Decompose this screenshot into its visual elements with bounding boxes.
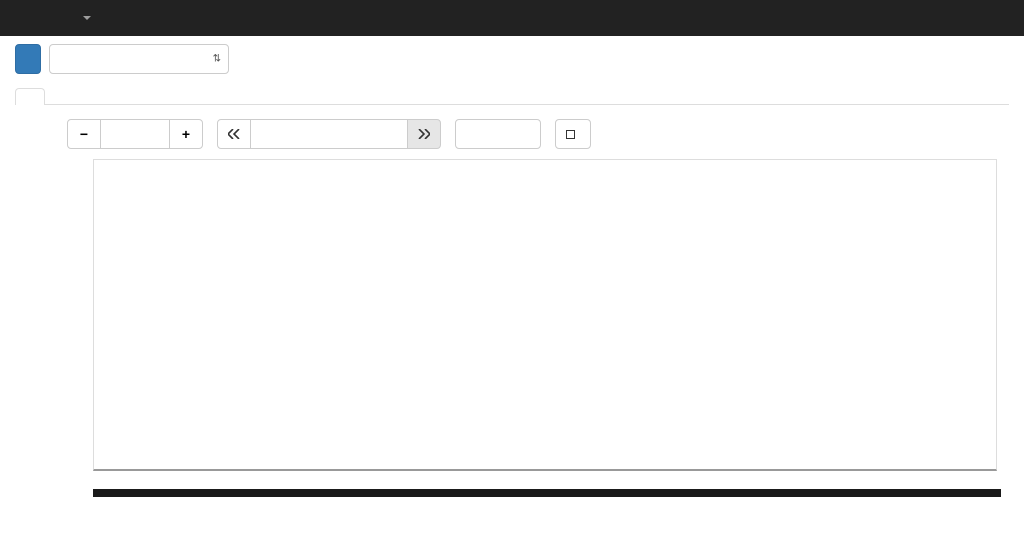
time-nav-group	[217, 119, 441, 149]
nav-status[interactable]	[79, 16, 91, 20]
range-input[interactable]	[101, 119, 169, 149]
chevron-down-icon	[83, 16, 91, 20]
time-back-button[interactable]	[217, 119, 251, 149]
datetime-input[interactable]	[251, 119, 407, 149]
stacked-toggle[interactable]	[555, 119, 591, 149]
plot-border	[93, 159, 997, 471]
graph-controls: − +	[15, 105, 1009, 159]
navbar	[0, 0, 1024, 36]
chart-area[interactable]	[23, 159, 1001, 489]
range-increase-button[interactable]: +	[169, 119, 203, 149]
tabs	[15, 88, 1009, 105]
legend	[93, 489, 1001, 497]
tab-console[interactable]	[45, 88, 75, 105]
resolution-input[interactable]	[455, 119, 541, 149]
time-forward-button[interactable]	[407, 119, 441, 149]
range-decrease-button[interactable]: −	[67, 119, 101, 149]
tab-graph[interactable]	[15, 88, 45, 105]
execute-button[interactable]	[15, 44, 41, 74]
range-group: − +	[67, 119, 203, 149]
square-icon	[566, 130, 575, 139]
query-select[interactable]	[49, 44, 229, 74]
